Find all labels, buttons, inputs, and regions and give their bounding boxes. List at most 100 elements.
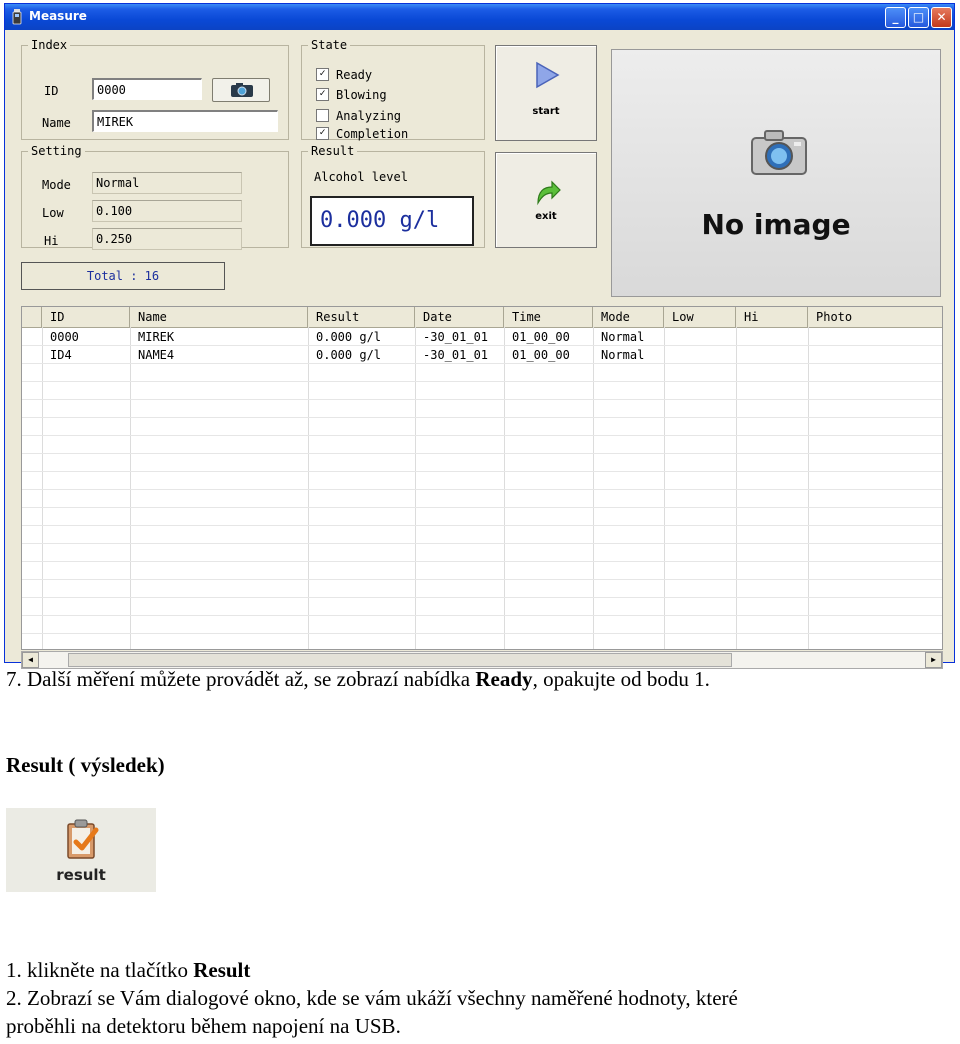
column-header-mode[interactable]: Mode — [593, 307, 664, 327]
maximize-button[interactable]: □ — [908, 7, 929, 28]
app-icon — [12, 9, 22, 25]
column-header-photo[interactable]: Photo — [808, 307, 942, 327]
id-field[interactable]: 0000 — [92, 78, 202, 100]
setting-group: Setting Mode Normal Low 0.100 Hi 0.250 — [21, 144, 289, 250]
grid-row-line — [22, 453, 942, 454]
setting-legend: Setting — [31, 144, 82, 158]
scroll-left-arrow-icon[interactable]: ◀ — [22, 652, 39, 668]
start-label: start — [532, 106, 560, 117]
instruction-text: 7. Další měření můžete provádět až, se z… — [6, 667, 476, 691]
index-legend: Index — [31, 38, 68, 52]
camera-icon — [751, 130, 807, 175]
grid-row-line — [22, 471, 942, 472]
result-button-image: result — [6, 808, 156, 892]
cell-time: 01_00_00 — [512, 348, 570, 362]
grid-row-line — [22, 543, 942, 544]
instruction-text: , opakujte od bodu 1. — [532, 667, 710, 691]
cell-mode: Normal — [601, 330, 645, 344]
cell-date: -30_01_01 — [423, 348, 489, 362]
close-button[interactable]: ✕ — [931, 7, 952, 28]
column-header-result[interactable]: Result — [308, 307, 415, 327]
analyzing-checkbox[interactable]: Analyzing — [316, 109, 401, 125]
blowing-label: Blowing — [336, 88, 387, 102]
grid-row-line — [22, 579, 942, 580]
start-button[interactable]: start — [495, 45, 597, 141]
cell-name: NAME4 — [138, 348, 175, 362]
name-label: Name — [42, 116, 71, 130]
table-row[interactable]: 0000 MIREK 0.000 g/l -30_01_01 01_00_00 … — [22, 328, 942, 346]
row-selector-header — [22, 307, 42, 327]
grid-row-line — [22, 489, 942, 490]
clipboard-check-icon — [67, 819, 99, 859]
hi-label: Hi — [44, 234, 59, 248]
measure-window: Measure _ □ ✕ Index ID 0000 Name MIREK S… — [4, 3, 955, 669]
result-legend: Result — [311, 144, 355, 158]
measurements-table[interactable]: ID Name Result Date Time Mode Low Hi Pho… — [21, 306, 943, 650]
step-1: 1. klikněte na tlačítko Result — [6, 958, 250, 983]
state-legend: State — [311, 38, 348, 52]
id-label: ID — [44, 84, 59, 98]
step-bold: Result — [193, 958, 251, 982]
grid-line — [504, 327, 505, 649]
checkbox-check-icon: ✓ — [316, 88, 329, 101]
grid-row-line — [22, 435, 942, 436]
grid-row-line — [22, 597, 942, 598]
grid-line — [308, 327, 309, 649]
cell-result: 0.000 g/l — [316, 330, 382, 344]
window-title: Measure — [29, 9, 87, 23]
table-header: ID Name Result Date Time Mode Low Hi Pho… — [22, 307, 942, 328]
exit-label: exit — [535, 211, 557, 222]
exit-button[interactable]: exit — [495, 152, 597, 248]
instruction-line-7: 7. Další měření můžete provádět až, se z… — [6, 667, 710, 692]
completion-checkbox[interactable]: ✓ Completion — [316, 127, 408, 143]
low-label: Low — [42, 206, 64, 220]
instruction-bold: Ready — [475, 667, 533, 691]
state-group: State ✓ Ready ✓ Blowing Analyzing ✓ Complet… — [301, 38, 485, 143]
title-bar[interactable]: Measure _ □ ✕ — [5, 4, 954, 30]
camera-button[interactable] — [212, 78, 270, 102]
alcohol-level-display: 0.000 g/l — [310, 196, 474, 246]
scrollbar-thumb[interactable] — [68, 653, 732, 667]
column-header-id[interactable]: ID — [42, 307, 130, 327]
grid-row-line — [22, 561, 942, 562]
checkbox-empty-icon — [316, 109, 329, 122]
name-field[interactable]: MIREK — [92, 110, 278, 132]
scroll-right-arrow-icon[interactable]: ▶ — [925, 652, 942, 668]
blowing-checkbox[interactable]: ✓ Blowing — [316, 88, 387, 104]
ready-checkbox[interactable]: ✓ Ready — [316, 68, 372, 84]
mode-label: Mode — [42, 178, 71, 192]
column-header-time[interactable]: Time — [504, 307, 593, 327]
window-client: Index ID 0000 Name MIREK State ✓ Ready ✓ B… — [5, 30, 954, 669]
cell-id: ID4 — [50, 348, 72, 362]
minimize-button[interactable]: _ — [885, 7, 906, 28]
column-header-low[interactable]: Low — [664, 307, 736, 327]
section-heading: Result ( výsledek) — [6, 753, 165, 777]
mode-field: Normal — [92, 172, 242, 194]
grid-line — [130, 327, 131, 649]
cell-name: MIREK — [138, 330, 175, 344]
cell-id: 0000 — [50, 330, 79, 344]
alcohol-level-label: Alcohol level — [314, 170, 408, 184]
checkbox-check-icon: ✓ — [316, 68, 329, 81]
step-2-line-1: 2. Zobrazí se Vám dialogové okno, kde se… — [6, 986, 738, 1010]
column-header-hi[interactable]: Hi — [736, 307, 808, 327]
grid-row-line — [22, 633, 942, 634]
grid-line — [736, 327, 737, 649]
no-image-text: No image — [701, 208, 851, 241]
grid-line — [593, 327, 594, 649]
camera-icon — [231, 83, 253, 97]
result-group: Result Alcohol level 0.000 g/l — [301, 144, 485, 248]
analyzing-label: Analyzing — [336, 109, 402, 123]
column-header-date[interactable]: Date — [415, 307, 504, 327]
play-icon — [536, 61, 560, 89]
step-text: 1. klikněte na tlačítko — [6, 958, 194, 982]
table-row[interactable]: ID4 NAME4 0.000 g/l -30_01_01 01_00_00 N… — [22, 346, 942, 364]
total-count: Total : 16 — [21, 262, 225, 290]
column-header-name[interactable]: Name — [130, 307, 308, 327]
grid-row-line — [22, 525, 942, 526]
image-preview: No image — [611, 49, 941, 297]
grid-row-line — [22, 417, 942, 418]
grid-line — [42, 327, 43, 649]
grid-row-line — [22, 615, 942, 616]
completion-label: Completion — [336, 127, 409, 141]
